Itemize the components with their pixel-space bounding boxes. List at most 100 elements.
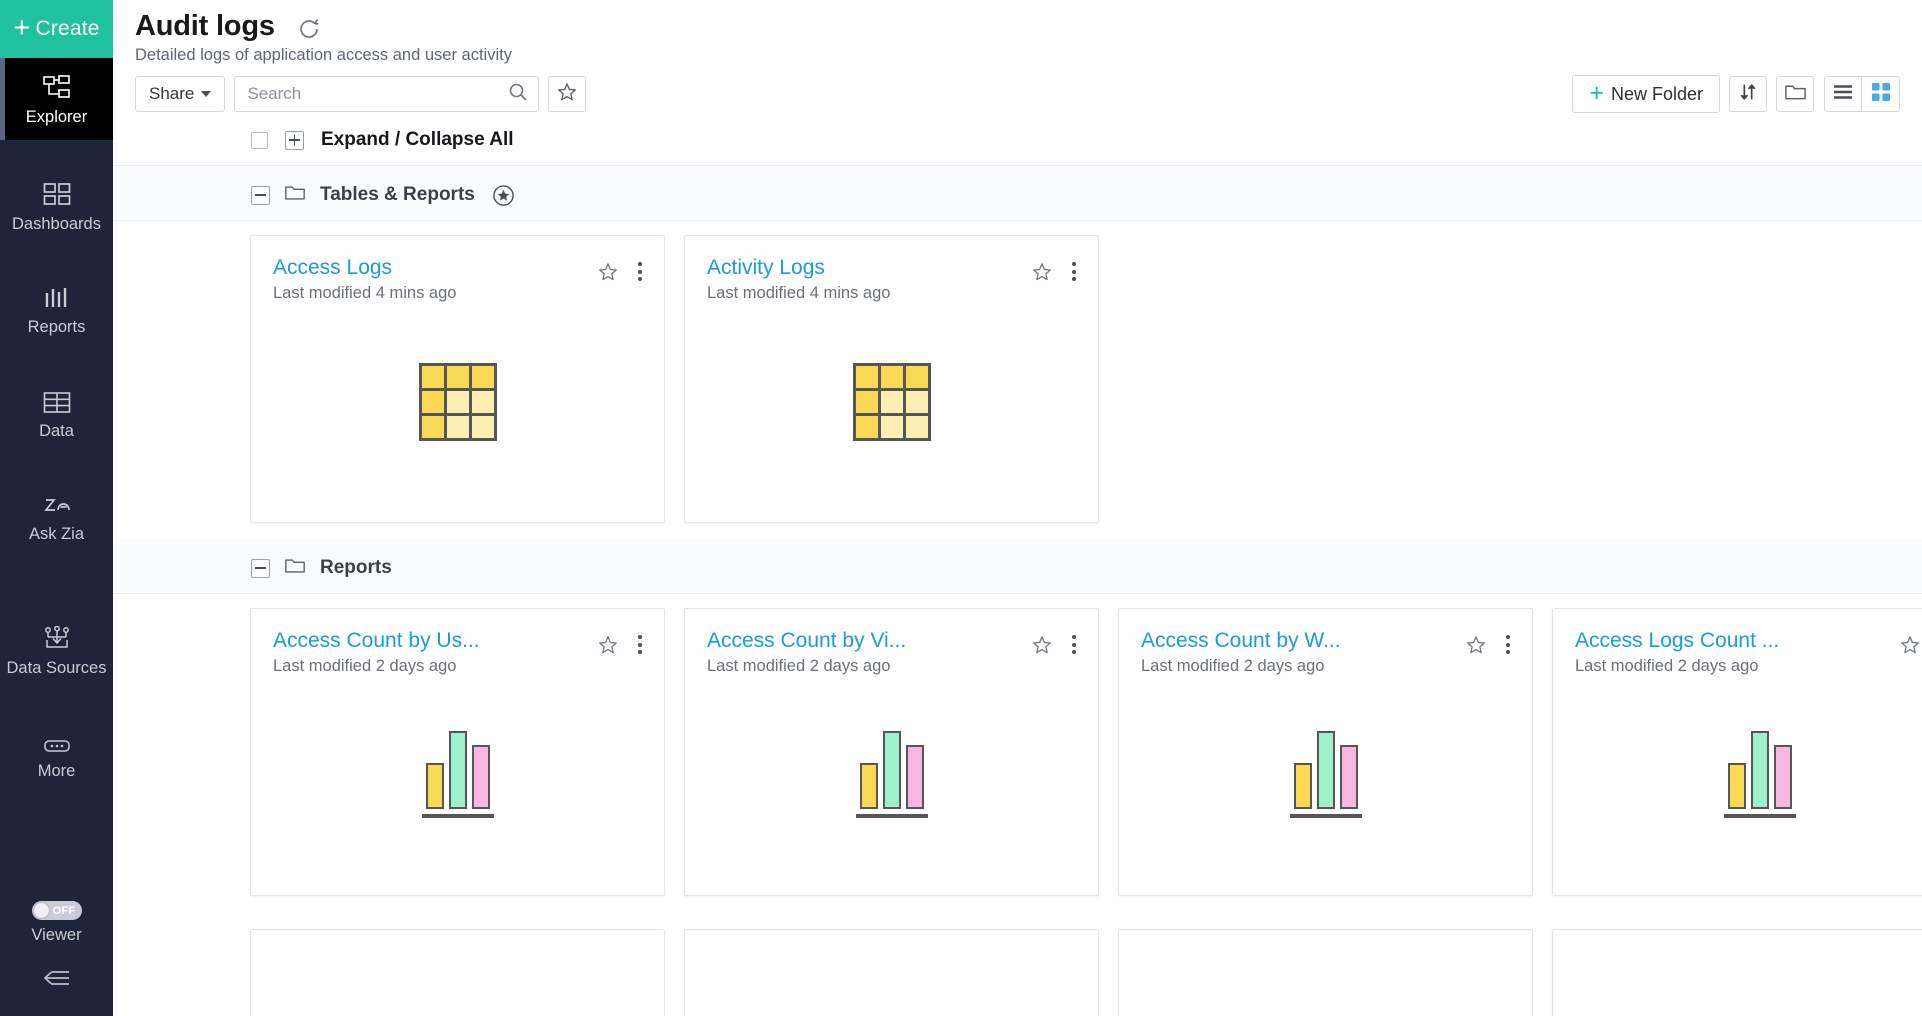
sidebar-item-data-sources[interactable]: Data Sources	[0, 612, 113, 687]
sidebar-item-reports[interactable]: Reports	[0, 271, 113, 346]
sidebar-item-label: Explorer	[25, 108, 88, 127]
card-thumbnail-bar-chart	[251, 676, 664, 895]
refresh-icon[interactable]	[297, 17, 321, 41]
card-title[interactable]: Access Count by W...	[1141, 629, 1465, 653]
card-title[interactable]: Activity Logs	[707, 256, 1031, 280]
minus-box-icon[interactable]	[251, 558, 270, 578]
expand-collapse-all-row: Expand / Collapse All	[113, 113, 1922, 166]
card-partial[interactable]	[684, 929, 1099, 1016]
main-area: Audit logs Detailed logs of application …	[113, 0, 1922, 1016]
more-options-icon[interactable]	[632, 259, 648, 284]
more-options-icon[interactable]	[1500, 632, 1516, 657]
card-titles: Access Logs Last modified 4 mins ago	[273, 256, 597, 303]
search-box[interactable]	[234, 76, 540, 112]
folder-header-tables-reports[interactable]: Tables & Reports	[113, 166, 1922, 221]
share-button[interactable]: Share	[135, 76, 226, 112]
star-outline-icon	[556, 81, 578, 108]
card-thumbnail-bar-chart	[1119, 676, 1532, 895]
card-titles: Access Count by Us... Last modified 2 da…	[273, 629, 597, 676]
dashboards-icon	[43, 178, 71, 208]
sidebar-item-ask-zia[interactable]: Ask Zia	[0, 478, 113, 553]
star-outline-icon[interactable]	[597, 261, 619, 283]
card-actions	[597, 629, 648, 657]
card-title[interactable]: Access Logs Count ...	[1575, 629, 1899, 653]
bar-chart-thumbnail-icon	[421, 731, 494, 819]
folder-name: Tables & Reports	[320, 184, 475, 205]
search-icon[interactable]	[508, 82, 528, 107]
card-thumbnail-table	[685, 303, 1098, 522]
card-modified: Last modified 4 mins ago	[273, 284, 457, 303]
select-all-checkbox[interactable]	[251, 131, 268, 149]
explorer-icon	[42, 71, 71, 101]
sort-arrows-icon	[1737, 81, 1759, 108]
card-title[interactable]: Access Logs	[273, 256, 597, 280]
minus-box-icon[interactable]	[251, 185, 270, 205]
sidebar-item-more[interactable]: More	[0, 715, 113, 790]
search-input[interactable]	[247, 84, 509, 104]
card-header: Activity Logs Last modified 4 mins ago	[685, 236, 1098, 303]
data-sources-icon	[42, 622, 72, 652]
more-options-icon[interactable]	[1066, 259, 1082, 284]
grid-view-icon	[1871, 82, 1891, 107]
sidebar-item-label: Ask Zia	[28, 525, 84, 544]
more-options-icon[interactable]	[1066, 632, 1082, 657]
card-grid-reports: Access Count by Us... Last modified 2 da…	[113, 594, 1922, 896]
create-button-label: Create	[35, 17, 100, 40]
sort-button[interactable]	[1729, 76, 1767, 112]
sidebar-item-dashboards[interactable]: Dashboards	[0, 168, 113, 243]
expand-collapse-all-label: Expand / Collapse All	[321, 129, 514, 150]
table-thumbnail-icon	[418, 362, 497, 441]
reports-icon	[43, 281, 71, 311]
star-outline-icon[interactable]	[1031, 634, 1053, 656]
plus-box-icon[interactable]	[285, 130, 304, 150]
create-button[interactable]: + Create	[0, 0, 113, 58]
sidebar-item-label: Dashboards	[12, 215, 101, 233]
page-subtitle: Detailed logs of application access and …	[135, 46, 512, 64]
card-header: Access Logs Count ... Last modified 2 da…	[1553, 609, 1922, 676]
card-partial[interactable]	[250, 929, 665, 1016]
star-outline-icon[interactable]	[597, 634, 619, 656]
viewer-toggle[interactable]: OFF Viewer	[0, 895, 113, 951]
folder-view-button[interactable]	[1776, 76, 1814, 112]
folder-header-reports[interactable]: Reports	[113, 539, 1922, 594]
grid-view-button[interactable]	[1862, 76, 1900, 112]
card-partial[interactable]	[1552, 929, 1922, 1016]
card-access-logs-count[interactable]: Access Logs Count ... Last modified 2 da…	[1552, 608, 1922, 896]
card-title[interactable]: Access Count by Vi...	[707, 629, 1031, 653]
list-view-button[interactable]	[1824, 76, 1862, 112]
content-area: Tables & Reports Access Logs Last modifi…	[113, 166, 1922, 1016]
viewer-toggle-switch[interactable]: OFF	[31, 901, 82, 920]
sidebar-item-label: Reports	[27, 318, 86, 337]
table-thumbnail-icon	[852, 362, 931, 441]
star-outline-icon[interactable]	[1031, 261, 1053, 283]
toggle-knob	[32, 902, 50, 919]
favorite-filter-button[interactable]	[548, 76, 587, 112]
card-actions	[1465, 629, 1516, 657]
new-folder-button[interactable]: + New Folder	[1572, 75, 1720, 113]
collapse-sidebar-button[interactable]	[0, 951, 113, 1016]
card-access-logs[interactable]: Access Logs Last modified 4 mins ago	[250, 235, 665, 523]
star-filled-circle-icon[interactable]	[492, 184, 515, 207]
sidebar-item-explorer[interactable]: Explorer	[0, 58, 113, 140]
card-activity-logs[interactable]: Activity Logs Last modified 4 mins ago	[684, 235, 1099, 523]
card-title[interactable]: Access Count by Us...	[273, 629, 597, 653]
sidebar: + Create Explorer Dashboards Reports Dat…	[0, 0, 113, 1016]
sidebar-item-data[interactable]: Data	[0, 375, 113, 450]
star-outline-icon[interactable]	[1899, 634, 1921, 656]
more-options-icon[interactable]	[632, 632, 648, 657]
card-titles: Access Count by Vi... Last modified 2 da…	[707, 629, 1031, 676]
card-actions	[1031, 256, 1082, 284]
card-header: Access Count by Us... Last modified 2 da…	[251, 609, 664, 676]
more-icon	[42, 725, 72, 755]
star-outline-icon[interactable]	[1465, 634, 1487, 656]
card-partial[interactable]	[1118, 929, 1533, 1016]
folder-name: Reports	[320, 557, 392, 578]
card-access-count-by-workspace[interactable]: Access Count by W... Last modified 2 day…	[1118, 608, 1533, 896]
card-modified: Last modified 2 days ago	[273, 657, 457, 676]
bar-chart-thumbnail-icon	[1289, 731, 1362, 819]
card-access-count-by-user[interactable]: Access Count by Us... Last modified 2 da…	[250, 608, 665, 896]
ask-zia-icon	[42, 488, 72, 518]
card-grid-tables-reports: Access Logs Last modified 4 mins ago Act…	[113, 221, 1922, 523]
title-row: Audit logs	[135, 10, 1922, 43]
card-access-count-by-view[interactable]: Access Count by Vi... Last modified 2 da…	[684, 608, 1099, 896]
